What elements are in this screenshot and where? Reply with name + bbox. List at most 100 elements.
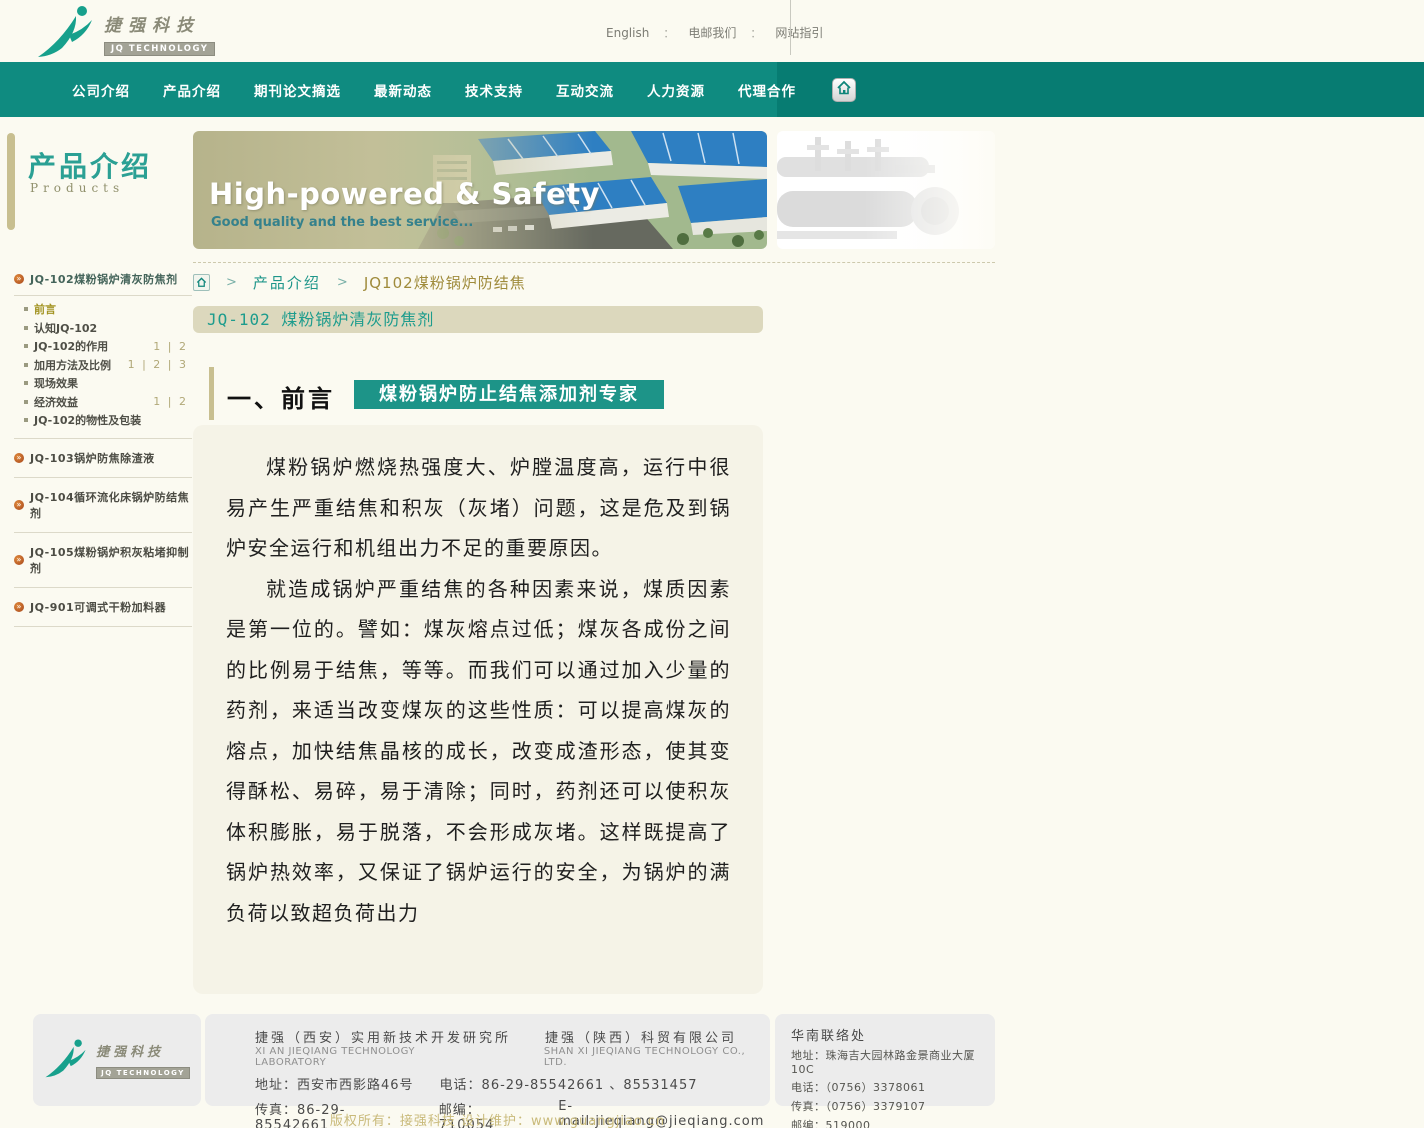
banner-tagline: Good quality and the best service... [211,215,473,230]
footer-phone: 电话：86-29-85542661 、85531457 [440,1074,698,1093]
sidebar-item-jq901[interactable]: » JQ-901可调式干粉加料器 [14,588,192,627]
submenu-item-function[interactable]: JQ-102的作用 1 | 2 [24,337,192,356]
copyright-link[interactable]: www.guangjiao.cn [531,1114,665,1128]
home-button[interactable] [832,78,856,102]
nav-item-products[interactable]: 产品介绍 [163,80,221,100]
logo-text: 捷强科技 JQ TECHNOLOGY [104,11,215,56]
nav-item-interaction[interactable]: 互动交流 [556,80,614,100]
submenu-label: 现场效果 [34,375,78,391]
banner-secondary-image [777,131,995,249]
submenu-label: 经济效益 [34,394,78,410]
copyright-text: 版权所有：接强科技 设计维护： [330,1114,531,1128]
footer: 捷强科技 JQ TECHNOLOGY 捷强（西安）实用新技术开发研究所 捷强（陕… [0,1014,995,1106]
copyright-bar: 版权所有：接强科技 设计维护：www.guangjiao.cn [0,1110,995,1128]
logo-swoosh-icon [44,1037,90,1083]
footer-org1-name: 捷强（西安）实用新技术开发研究所 [255,1027,511,1046]
sidebar-subtitle: Products [30,181,124,195]
top-header: 捷强科技 JQ TECHNOLOGY English ： 电邮我们 ： 网站指引 [0,0,1424,62]
submenu-item-about[interactable]: 认知JQ-102 [24,319,192,338]
submenu-pages[interactable]: 1 | 2 [153,395,188,408]
nav-item-news[interactable]: 最新动态 [374,80,432,100]
sidebar-title: 产品介绍 [28,145,152,185]
logo-en-label: JQ TECHNOLOGY [96,1067,190,1079]
footer-org1-name-en: XI AN JIEQIANG TECHNOLOGY LABORATORY [255,1046,488,1068]
submenu-label: 加用方法及比例 [34,357,111,373]
nav-item-hr[interactable]: 人力资源 [647,80,705,100]
page-title: JQ-102 煤粉锅炉清灰防焦剂 [193,306,763,333]
sidebar-item-label: JQ-104循环流化床锅炉防结焦剂 [30,489,192,521]
sidebar-item-label: JQ-901可调式干粉加料器 [30,599,166,615]
page: 捷强科技 JQ TECHNOLOGY English ： 电邮我们 ： 网站指引… [0,0,1424,1128]
bullet-icon [24,307,28,311]
link-separator: ： [750,25,761,41]
arrow-circle-icon: » [14,500,24,510]
nav-item-company[interactable]: 公司介绍 [72,80,130,100]
submenu-item-packaging[interactable]: JQ-102的物性及包装 [24,411,192,430]
sidebar-item-label: JQ-105煤粉锅炉积灰粘堵抑制剂 [30,544,192,576]
sidebar-accent-bar [7,133,15,230]
submenu-item-foreword[interactable]: 前言 [24,300,192,319]
submenu-label: 前言 [34,301,56,317]
footer-logo-text: 捷强科技 JQ TECHNOLOGY [96,1041,190,1079]
link-separator: ： [663,25,674,41]
breadcrumb: > 产品介绍 > JQ102煤粉锅炉防结焦 [193,262,995,293]
logo-swoosh-icon [36,4,98,62]
footer-logo-card: 捷强科技 JQ TECHNOLOGY [33,1014,201,1106]
company-logo[interactable]: 捷强科技 JQ TECHNOLOGY [36,4,215,62]
submenu-item-field-effect[interactable]: 现场效果 [24,374,192,393]
link-english[interactable]: English [606,26,649,40]
sidebar-item-label: JQ-103锅炉防焦除渣液 [30,450,155,466]
article-body: 煤粉锅炉燃烧热强度大、炉膛温度高，运行中很易产生严重结焦和积灰（灰堵）问题，这是… [193,425,763,994]
south-office-address: 地址：珠海吉大园林路金景商业大厦10C [791,1047,995,1076]
arrow-circle-icon: » [14,274,24,284]
section-label: 一、前言 [227,379,335,414]
nav-item-support[interactable]: 技术支持 [465,80,523,100]
banner-image: High-powered & Safety Good quality and t… [193,131,767,249]
section-badge: 煤粉锅炉防止结焦添加剂专家 [354,380,664,409]
link-sitemap[interactable]: 网站指引 [775,24,823,41]
sidebar-item-jq102[interactable]: » JQ-102煤粉锅炉清灰防焦剂 [14,265,192,296]
breadcrumb-current: JQ102煤粉锅炉防结焦 [364,272,526,293]
breadcrumb-home-button[interactable] [193,274,210,291]
sidebar-item-jq103[interactable]: » JQ-103锅炉防焦除渣液 [14,439,192,478]
nav-items: 公司介绍 产品介绍 期刊论文摘选 最新动态 技术支持 互动交流 人力资源 代理合… [72,80,796,100]
arrow-circle-icon: » [14,602,24,612]
sidebar-menu: » JQ-102煤粉锅炉清灰防焦剂 前言 认知JQ-102 JQ-102的作用 [14,265,192,627]
main-navbar: 公司介绍 产品介绍 期刊论文摘选 最新动态 技术支持 互动交流 人力资源 代理合… [0,62,1424,117]
nav-item-journal[interactable]: 期刊论文摘选 [254,80,341,100]
arrow-circle-icon: » [14,555,24,565]
arrow-circle-icon: » [14,453,24,463]
home-icon [196,277,207,288]
submenu-item-usage[interactable]: 加用方法及比例 1 | 2 | 3 [24,356,192,375]
submenu-pages[interactable]: 1 | 2 | 3 [128,358,188,371]
logo-cn-label: 捷强科技 [104,11,215,36]
footer-contact-card: 捷强（西安）实用新技术开发研究所 捷强（陕西）科贸有限公司 XI AN JIEQ… [205,1014,770,1106]
nav-item-agency[interactable]: 代理合作 [738,80,796,100]
submenu-label: JQ-102的作用 [34,338,108,354]
sidebar-item-jq105[interactable]: » JQ-105煤粉锅炉积灰粘堵抑制剂 [14,533,192,588]
section-accent-bar [209,367,214,420]
header-divider [790,0,791,55]
breadcrumb-products-link[interactable]: 产品介绍 [253,272,321,293]
submenu-pages[interactable]: 1 | 2 [153,340,188,353]
footer-south-office-card: 华南联络处 地址：珠海吉大园林路金景商业大厦10C 电话：（0756）33780… [775,1014,995,1106]
breadcrumb-separator: > [337,275,348,290]
submenu-item-economic[interactable]: 经济效益 1 | 2 [24,393,192,412]
logo-en-label: JQ TECHNOLOGY [104,42,215,56]
bullet-icon [24,363,28,367]
submenu-label: JQ-102的物性及包装 [34,412,141,428]
bullet-icon [24,381,28,385]
footer-org2-name: 捷强（陕西）科贸有限公司 [545,1027,737,1046]
footer-address: 地址：西安市西影路46号 [255,1074,414,1093]
article-paragraph: 就造成锅炉严重结焦的各种因素来说，煤质因素是第一位的。譬如：煤灰熔点过低；煤灰各… [226,569,731,934]
bullet-icon [24,326,28,330]
article-paragraph: 煤粉锅炉燃烧热强度大、炉膛温度高，运行中很易产生严重结焦和积灰（灰堵）问题，这是… [226,447,731,569]
link-email-us[interactable]: 电邮我们 [688,24,736,41]
jq102-submenu: 前言 认知JQ-102 JQ-102的作用 1 | 2 加用方法及比例 1 | … [14,296,192,439]
submenu-label: 认知JQ-102 [34,320,97,336]
footer-org2-name-en: SHAN XI JIEQIANG TECHNOLOGY CO., LTD. [544,1046,770,1068]
south-office-phone: 电话：（0756）3378061 [791,1079,995,1095]
sidebar-item-jq104[interactable]: » JQ-104循环流化床锅炉防结焦剂 [14,478,192,533]
bullet-icon [24,400,28,404]
south-office-title: 华南联络处 [791,1025,995,1044]
